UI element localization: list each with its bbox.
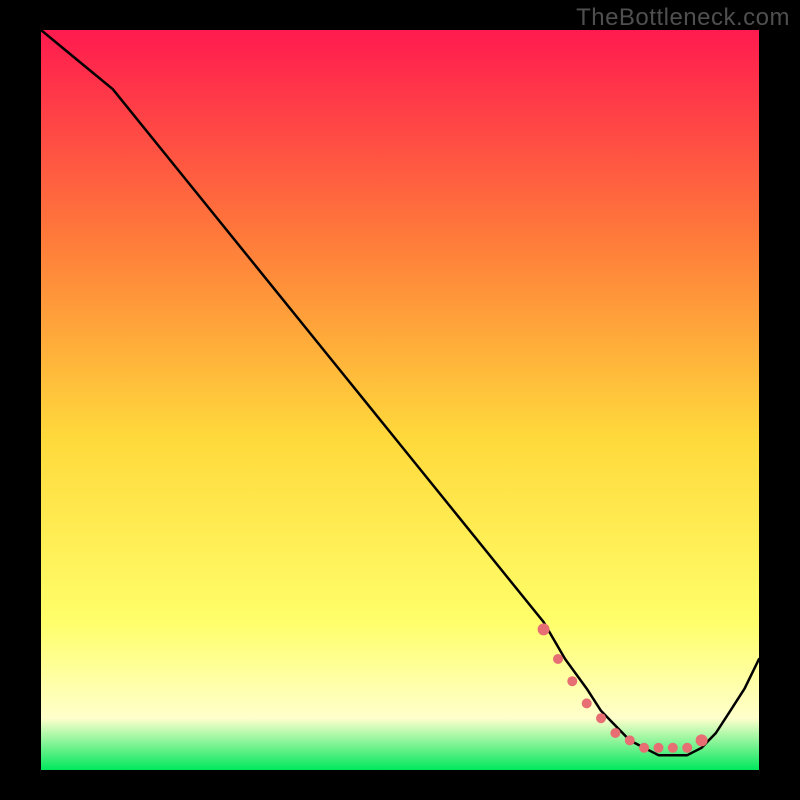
marker-dot <box>538 623 550 635</box>
watermark-text: TheBottleneck.com <box>576 4 790 32</box>
marker-dot <box>668 743 678 753</box>
marker-dot <box>582 698 592 708</box>
marker-dot <box>596 713 606 723</box>
chart-frame: TheBottleneck.com <box>0 0 800 800</box>
marker-dot <box>553 654 563 664</box>
marker-dot <box>654 743 664 753</box>
plot-area <box>41 30 759 770</box>
chart-svg <box>41 30 759 770</box>
marker-dot <box>682 743 692 753</box>
gradient-background <box>41 30 759 770</box>
marker-dot <box>639 743 649 753</box>
marker-dot <box>625 735 635 745</box>
marker-dot <box>567 676 577 686</box>
marker-dot <box>610 728 620 738</box>
marker-dot <box>696 734 708 746</box>
